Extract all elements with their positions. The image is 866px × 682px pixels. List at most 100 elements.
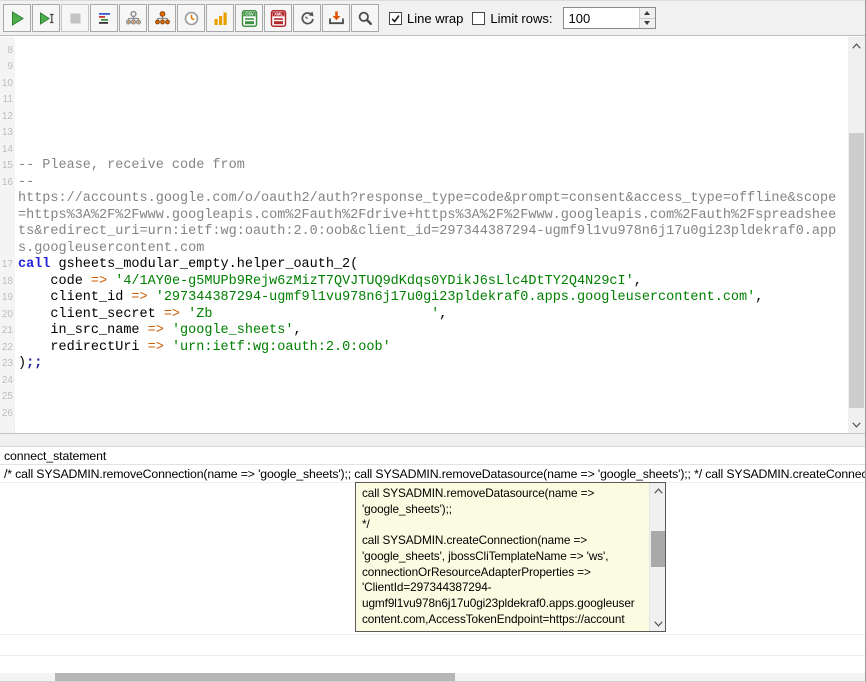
code-line[interactable]: 10 — [0, 76, 848, 93]
explain-plan-icon — [96, 10, 113, 27]
statistics-button[interactable] — [206, 4, 234, 32]
export-csv-button[interactable]: CSV — [235, 4, 263, 32]
code-text — [15, 142, 18, 159]
code-segment: ;; — [26, 356, 42, 371]
code-line[interactable]: 22 redirectUri => 'urn:ietf:wg:oauth:2.0… — [0, 340, 848, 357]
code-text: s.googleusercontent.com — [15, 241, 204, 258]
code-text — [15, 389, 18, 406]
execution-time-button[interactable] — [177, 4, 205, 32]
chevron-down-icon — [654, 621, 663, 627]
code-segment: '297344387294-ugmf9l1vu978n6j17u0gi23pld… — [156, 290, 756, 305]
execution-plan-analyse-button[interactable] — [148, 4, 176, 32]
fetch-results-button[interactable] — [322, 4, 350, 32]
code-line[interactable]: 18 code => '4/1AY0e-g5MUPb9Rejw6zMizT7QV… — [0, 274, 848, 291]
tooltip-scroll-up-arrow[interactable] — [650, 483, 666, 498]
code-line[interactable]: 19 client_id => '297344387294-ugmf9l1vu9… — [0, 290, 848, 307]
editor-vertical-scrollbar[interactable] — [848, 37, 865, 433]
chevron-up-icon — [654, 488, 663, 494]
sql-editor[interactable]: 789101112131415-- Please, receive code f… — [0, 37, 848, 433]
code-line[interactable]: ts&redirect_uri=urn:ietf:wg:oauth:2.0:oo… — [0, 224, 848, 241]
code-segment: =https%3A%2F%2Fwww.googleapis.com%2Fauth… — [18, 208, 836, 223]
spinner-down-button[interactable] — [639, 18, 655, 29]
play-icon — [9, 10, 26, 27]
line-number: 14 — [0, 142, 15, 159]
execute-script-button[interactable] — [32, 4, 60, 32]
line-wrap-checkbox[interactable] — [389, 12, 402, 25]
stop-button[interactable] — [61, 4, 89, 32]
limit-rows-checkbox[interactable] — [472, 12, 485, 25]
code-line[interactable]: s.googleusercontent.com — [0, 241, 848, 258]
code-text: -- Please, receive code from — [15, 158, 245, 175]
code-text: =https%3A%2F%2Fwww.googleapis.com%2Fauth… — [15, 208, 836, 225]
tooltip-line: call SYSADMIN.removeDatasource(name => — [362, 486, 645, 502]
execute-statement-button[interactable] — [3, 4, 31, 32]
triangle-down-icon — [644, 21, 650, 25]
code-text: call gsheets_modular_empty.helper_oauth_… — [15, 257, 358, 274]
tooltip-line: */ — [362, 517, 645, 533]
rollback-button[interactable] — [293, 4, 321, 32]
code-line[interactable]: 13 — [0, 125, 848, 142]
export-xml-button[interactable]: XML — [264, 4, 292, 32]
code-segment: -- Please, receive code from — [18, 158, 245, 173]
code-segment: => — [148, 340, 164, 355]
line-wrap-label[interactable]: Line wrap — [407, 11, 463, 26]
line-number: 21 — [0, 323, 15, 340]
search-button[interactable] — [351, 4, 379, 32]
code-line[interactable]: 26 — [0, 406, 848, 423]
code-line[interactable]: 17call gsheets_modular_empty.helper_oaut… — [0, 257, 848, 274]
code-text: in_src_name => 'google_sheets', — [15, 323, 302, 340]
results-horizontal-scrollbar[interactable] — [0, 673, 865, 681]
code-segment: => — [131, 290, 147, 305]
code-segment — [164, 323, 172, 338]
play-cursor-icon — [38, 10, 55, 27]
code-segment: => — [148, 323, 164, 338]
code-text: );; — [15, 356, 42, 373]
code-text — [15, 109, 18, 126]
code-segment: client_id — [18, 290, 131, 305]
code-line[interactable]: 24 — [0, 373, 848, 390]
code-line[interactable]: 21 in_src_name => 'google_sheets', — [0, 323, 848, 340]
tooltip-line: 'google_sheets');; — [362, 502, 645, 518]
code-segment: 'urn:ietf:wg:oauth:2.0:oob' — [172, 340, 391, 355]
toolbar: CSV XML — [0, 0, 865, 36]
editor-scrollbar-thumb[interactable] — [849, 133, 864, 408]
code-line[interactable]: 9 — [0, 59, 848, 76]
execution-plan-button[interactable] — [119, 4, 147, 32]
line-number: 11 — [0, 92, 15, 109]
code-segment: s.googleusercontent.com — [18, 241, 204, 256]
tooltip-scrollbar-thumb[interactable] — [651, 531, 665, 567]
line-number: 22 — [0, 340, 15, 357]
code-line[interactable]: https://accounts.google.com/o/oauth2/aut… — [0, 191, 848, 208]
plan-tree-icon — [125, 10, 142, 27]
code-text: client_secret => 'Zb ', — [15, 307, 447, 324]
code-text — [15, 373, 18, 390]
limit-rows-label[interactable]: Limit rows: — [490, 11, 552, 26]
tooltip-scrollbar[interactable] — [649, 483, 665, 631]
svg-text:CSV: CSV — [245, 11, 254, 16]
tooltip-scroll-down-arrow[interactable] — [650, 616, 666, 631]
code-line[interactable]: 11 — [0, 92, 848, 109]
code-line[interactable]: 16-- — [0, 175, 848, 192]
code-line[interactable]: 23);; — [0, 356, 848, 373]
spinner-up-button[interactable] — [639, 8, 655, 18]
scroll-down-arrow[interactable] — [848, 416, 865, 433]
results-scrollbar-thumb[interactable] — [55, 673, 455, 681]
tooltip-line: 'ClientId=297344387294- — [362, 580, 645, 596]
code-line[interactable]: 14 — [0, 142, 848, 159]
code-line[interactable]: =https%3A%2F%2Fwww.googleapis.com%2Fauth… — [0, 208, 848, 225]
code-line[interactable]: 20 client_secret => 'Zb ', — [0, 307, 848, 324]
check-icon — [390, 13, 401, 24]
line-number: 23 — [0, 356, 15, 373]
result-row[interactable]: /* call SYSADMIN.removeConnection(name =… — [0, 465, 865, 483]
scroll-up-arrow[interactable] — [848, 37, 865, 54]
code-text: code => '4/1AY0e-g5MUPb9Rejw6zMizT7QVJTU… — [15, 274, 642, 291]
panel-divider[interactable] — [0, 433, 865, 446]
code-line[interactable]: 8 — [0, 43, 848, 60]
column-header-connect-statement[interactable]: connect_statement — [0, 447, 865, 465]
code-line[interactable]: 15-- Please, receive code from — [0, 158, 848, 175]
fetch-download-icon — [328, 10, 345, 27]
tooltip-line: call SYSADMIN.createConnection(name => — [362, 533, 645, 549]
code-line[interactable]: 25 — [0, 389, 848, 406]
code-line[interactable]: 12 — [0, 109, 848, 126]
explain-plan-button[interactable] — [90, 4, 118, 32]
